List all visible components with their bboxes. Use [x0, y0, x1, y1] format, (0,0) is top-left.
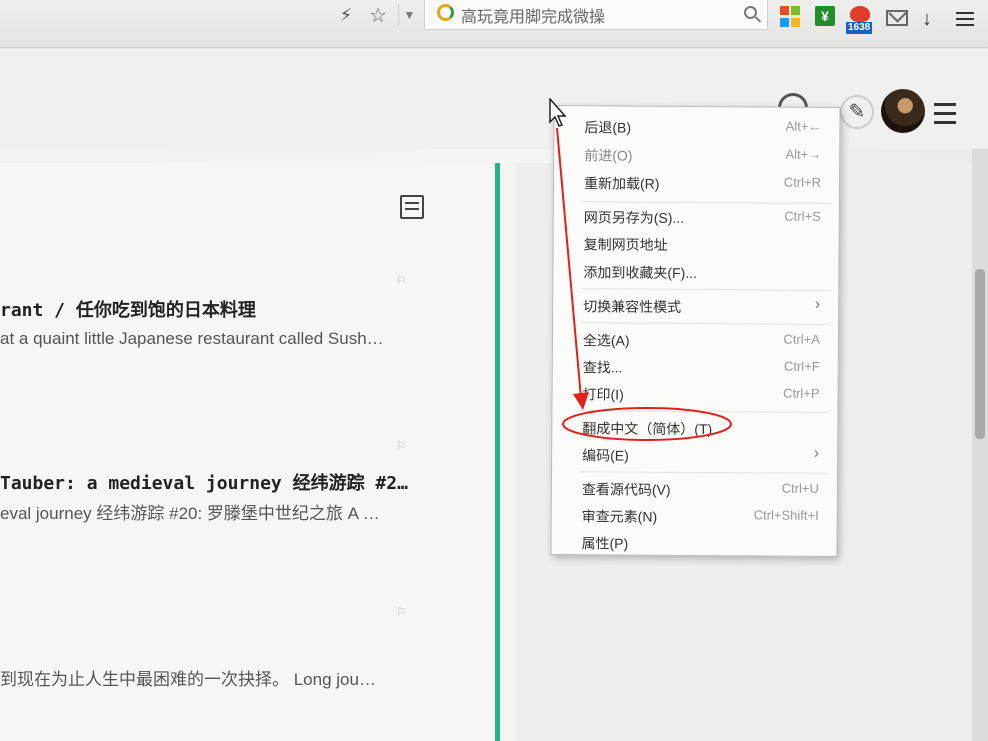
- scrollbar[interactable]: [972, 149, 988, 741]
- lightning-icon[interactable]: ⚡: [336, 4, 356, 26]
- post-title[interactable]: Tauber: a medieval journey 经纬游踪 #2…: [0, 469, 420, 495]
- menu-item-view-source[interactable]: 查看源代码(V) Ctrl+U: [582, 477, 819, 503]
- menu-item-find[interactable]: 查找... Ctrl+F: [583, 355, 820, 381]
- menu-item-compat-mode[interactable]: 切换兼容性模式 ›: [583, 294, 820, 320]
- search-engine-logo-icon: [437, 4, 454, 21]
- pen-icon[interactable]: ✎: [840, 95, 874, 129]
- menu-item-inspect[interactable]: 审查元素(N) Ctrl+Shift+I: [582, 504, 819, 530]
- menu-item-forward[interactable]: 前进(O) Alt+→: [584, 143, 821, 169]
- menu-item-back[interactable]: 后退(B) Alt+←: [584, 115, 821, 141]
- search-icon[interactable]: [744, 6, 757, 19]
- post-excerpt: at a quaint little Japanese restaurant c…: [0, 329, 384, 348]
- mail-icon[interactable]: [886, 10, 908, 26]
- avatar[interactable]: [881, 89, 925, 133]
- menu-item-print[interactable]: 打印(I) Ctrl+P: [582, 382, 820, 408]
- scrollbar-thumb[interactable]: [975, 269, 985, 439]
- flag-icon[interactable]: ⚐: [396, 439, 407, 453]
- menu-item-add-favorite[interactable]: 添加到收藏夹(F)...: [583, 260, 820, 286]
- post-excerpt: 到现在为止人生中最困难的一次抉择。 Long jou…: [0, 670, 376, 689]
- menu-separator: [580, 471, 830, 474]
- chevron-down-icon[interactable]: ▼: [398, 4, 420, 26]
- menu-item-reload[interactable]: 重新加载(R) Ctrl+R: [584, 171, 821, 197]
- weibo-icon[interactable]: 1638: [846, 4, 876, 34]
- menu-separator: [581, 201, 831, 204]
- menu-item-save-page[interactable]: 网页另存为(S)... Ctrl+S: [584, 205, 821, 231]
- context-menu: 后退(B) Alt+← 前进(O) Alt+→ 重新加载(R) Ctrl+R 网…: [550, 105, 841, 557]
- post-excerpt: eval journey 经纬游踪 #20: 罗滕堡中世纪之旅 A …: [0, 504, 380, 523]
- menu-separator: [580, 410, 830, 413]
- flag-icon[interactable]: ⚐: [396, 273, 407, 287]
- menu-item-properties[interactable]: 属性(P): [581, 531, 818, 557]
- menu-separator: [581, 322, 831, 325]
- menu-item-select-all[interactable]: 全选(A) Ctrl+A: [583, 328, 820, 354]
- list-view-icon[interactable]: [400, 195, 424, 219]
- menu-item-translate[interactable]: 翻成中文（简体）(T): [582, 416, 819, 442]
- menu-icon[interactable]: [956, 12, 974, 34]
- mouse-cursor-icon: [549, 98, 567, 127]
- star-icon[interactable]: ☆: [364, 4, 392, 27]
- notification-badge: 1638: [846, 22, 873, 34]
- windows-icon[interactable]: [780, 6, 802, 28]
- search-input[interactable]: 高玩竟用脚完成微操: [424, 0, 768, 30]
- browser-toolbar: ⚡ ☆ ▼ 高玩竟用脚完成微操 ¥ 1638 ↓: [0, 0, 988, 48]
- flag-icon[interactable]: ⚐: [396, 605, 407, 619]
- post-title[interactable]: rant / 任你吃到饱的日本料理: [0, 296, 420, 322]
- download-icon[interactable]: ↓: [922, 8, 944, 30]
- hamburger-menu-icon[interactable]: [934, 103, 956, 130]
- menu-item-copy-url[interactable]: 复制网页地址: [584, 232, 821, 258]
- menu-item-encoding[interactable]: 编码(E) ›: [582, 443, 819, 469]
- chevron-right-icon: ›: [814, 295, 821, 313]
- yen-icon[interactable]: ¥: [815, 6, 835, 26]
- menu-separator: [581, 288, 831, 291]
- search-input-text: 高玩竟用脚完成微操: [461, 9, 606, 26]
- post-list: ⚐ rant / 任你吃到饱的日本料理 at a quaint little J…: [0, 163, 500, 741]
- chevron-right-icon: ›: [813, 444, 820, 462]
